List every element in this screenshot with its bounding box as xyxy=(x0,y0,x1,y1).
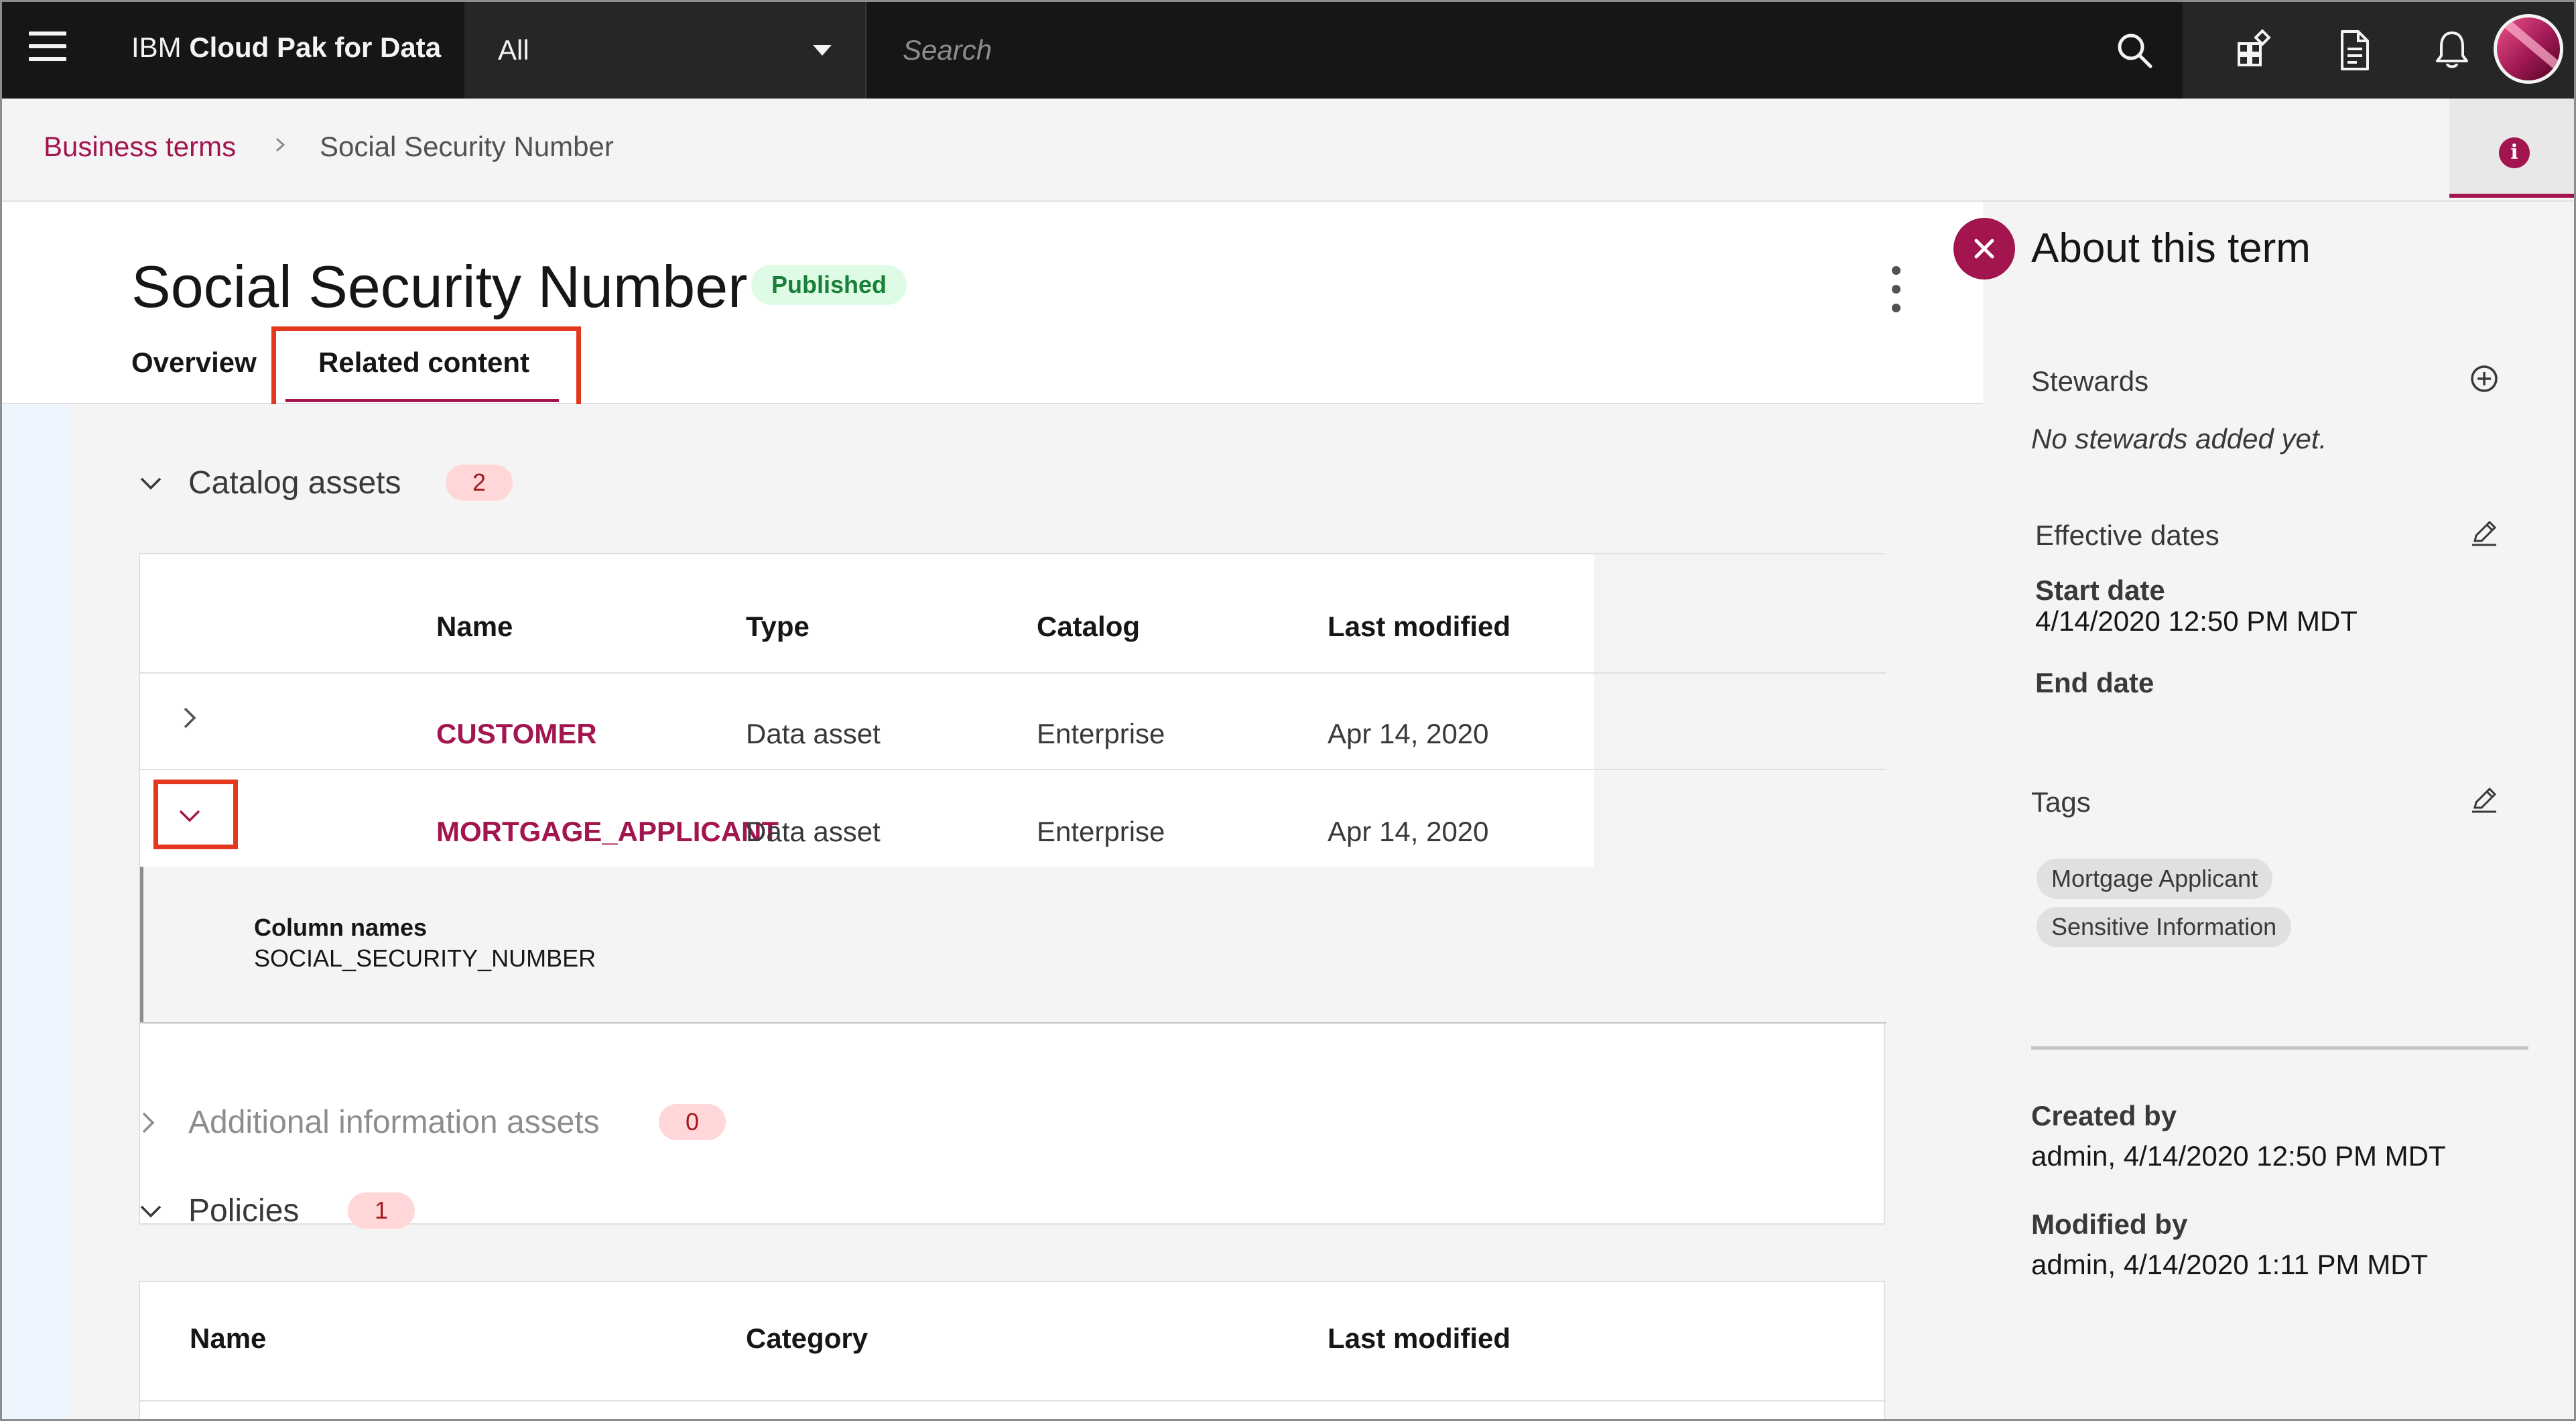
start-date-value: 4/14/2020 12:50 PM MDT xyxy=(2035,605,2358,637)
column-names-value: SOCIAL_SECURITY_NUMBER xyxy=(254,944,596,972)
tag-sensitive-information[interactable]: Sensitive Information xyxy=(2037,907,2292,947)
scope-dropdown-value: All xyxy=(498,34,529,66)
stewards-empty-text: No stewards added yet. xyxy=(2031,423,2327,454)
breadcrumb-current: Social Security Number xyxy=(320,131,614,162)
expanded-row-detail: Column names SOCIAL_SECURITY_NUMBER xyxy=(140,867,1886,1022)
created-by-label: Created by xyxy=(2031,1100,2177,1131)
column-header-last-modified[interactable]: Last modified xyxy=(1328,611,1510,643)
active-tab-indicator xyxy=(285,399,559,402)
stewards-label: Stewards xyxy=(2031,365,2149,397)
search-icon[interactable] xyxy=(2114,30,2154,70)
created-by-value: admin, 4/14/2020 12:50 PM MDT xyxy=(2031,1140,2446,1172)
asset-name-link[interactable]: MORTGAGE_APPLICANT xyxy=(436,816,779,848)
tab-overview[interactable]: Overview xyxy=(131,347,257,379)
main-content: Social Security Number Published Overvie… xyxy=(2,202,1983,1419)
row-divider xyxy=(140,1022,1886,1024)
brand-prefix: IBM xyxy=(131,32,182,63)
info-icon: i xyxy=(2499,137,2530,168)
chevron-right-icon xyxy=(275,137,285,152)
catalog-assets-count: 2 xyxy=(446,465,513,501)
modified-by-label: Modified by xyxy=(2031,1209,2188,1240)
edit-icon[interactable] xyxy=(2468,784,2500,816)
side-panel-divider xyxy=(2031,1046,2528,1050)
app-switcher-icon[interactable] xyxy=(2230,26,2278,74)
row-divider xyxy=(140,769,1886,770)
add-icon[interactable] xyxy=(2468,363,2500,395)
avatar[interactable] xyxy=(2494,14,2563,84)
column-names-label: Column names xyxy=(254,914,428,941)
asset-catalog: Enterprise xyxy=(1037,816,1165,847)
page-title: Social Security Number xyxy=(131,253,748,320)
asset-type: Data asset xyxy=(746,718,881,749)
overflow-menu-icon[interactable] xyxy=(1886,263,1907,314)
end-date-label: End date xyxy=(2035,667,2154,698)
chevron-right-icon[interactable] xyxy=(178,706,202,730)
app-window: IBM Cloud Pak for Data All Search Busine… xyxy=(0,0,2576,1421)
edit-icon[interactable] xyxy=(2468,517,2500,549)
catalog-assets-heading[interactable]: Catalog assets xyxy=(188,465,401,501)
tags-label: Tags xyxy=(2031,786,2091,818)
column-header-name[interactable]: Name xyxy=(190,1322,266,1355)
brand-product: Cloud Pak for Data xyxy=(189,32,442,63)
asset-catalog: Enterprise xyxy=(1037,718,1165,749)
asset-name-link[interactable]: CUSTOMER xyxy=(436,718,597,750)
asset-last-modified: Apr 14, 2020 xyxy=(1328,816,1489,847)
column-header-last-modified[interactable]: Last modified xyxy=(1328,1322,1510,1355)
table-filler xyxy=(1594,554,1886,867)
asset-last-modified: Apr 14, 2020 xyxy=(1328,718,1489,749)
brand-name[interactable]: IBM Cloud Pak for Data xyxy=(131,32,441,64)
close-icon[interactable] xyxy=(1953,218,2015,280)
status-badge: Published xyxy=(751,265,907,305)
policies-table: Name Category Last modified xyxy=(139,1281,1886,1419)
menu-icon[interactable] xyxy=(29,32,66,61)
column-header-category[interactable]: Category xyxy=(746,1322,868,1355)
chevron-right-icon[interactable] xyxy=(136,1111,160,1135)
policies-heading[interactable]: Policies xyxy=(188,1192,299,1229)
search-input[interactable] xyxy=(903,29,2042,72)
asset-type: Data asset xyxy=(746,816,881,847)
additional-assets-heading[interactable]: Additional information assets xyxy=(188,1104,600,1141)
policies-count: 1 xyxy=(348,1192,415,1229)
breadcrumb: Business terms Social Security Number i xyxy=(2,99,2574,202)
chevron-down-icon[interactable] xyxy=(178,804,202,828)
left-gutter xyxy=(2,404,69,1419)
term-header: Social Security Number Published Overvie… xyxy=(2,202,1983,427)
chevron-down-icon[interactable] xyxy=(139,471,163,495)
column-header-catalog[interactable]: Catalog xyxy=(1037,611,1140,643)
start-date-label: Start date xyxy=(2035,574,2165,606)
notification-icon[interactable] xyxy=(2428,26,2476,74)
search-bar xyxy=(868,2,2181,99)
tab-related-content[interactable]: Related content xyxy=(318,347,529,379)
row-divider xyxy=(140,1400,1886,1402)
effective-dates-label: Effective dates xyxy=(2035,519,2219,551)
top-header: IBM Cloud Pak for Data All xyxy=(2,2,2574,99)
chevron-down-icon[interactable] xyxy=(139,1199,163,1223)
additional-assets-count: 0 xyxy=(659,1104,726,1140)
column-header-name[interactable]: Name xyxy=(436,611,513,643)
row-divider xyxy=(140,672,1886,674)
breadcrumb-business-terms[interactable]: Business terms xyxy=(44,131,236,163)
column-header-type[interactable]: Type xyxy=(746,611,810,643)
chevron-down-icon xyxy=(813,45,832,56)
tag-mortgage-applicant[interactable]: Mortgage Applicant xyxy=(2037,859,2273,899)
document-icon[interactable] xyxy=(2330,26,2378,74)
side-panel-title: About this term xyxy=(2031,225,2311,271)
modified-by-value: admin, 4/14/2020 1:11 PM MDT xyxy=(2031,1249,2429,1280)
info-panel-toggle[interactable]: i xyxy=(2449,99,2574,198)
about-term-panel: About this term Stewards No stewards add… xyxy=(1983,202,2574,1419)
scope-dropdown[interactable]: All xyxy=(464,2,866,99)
